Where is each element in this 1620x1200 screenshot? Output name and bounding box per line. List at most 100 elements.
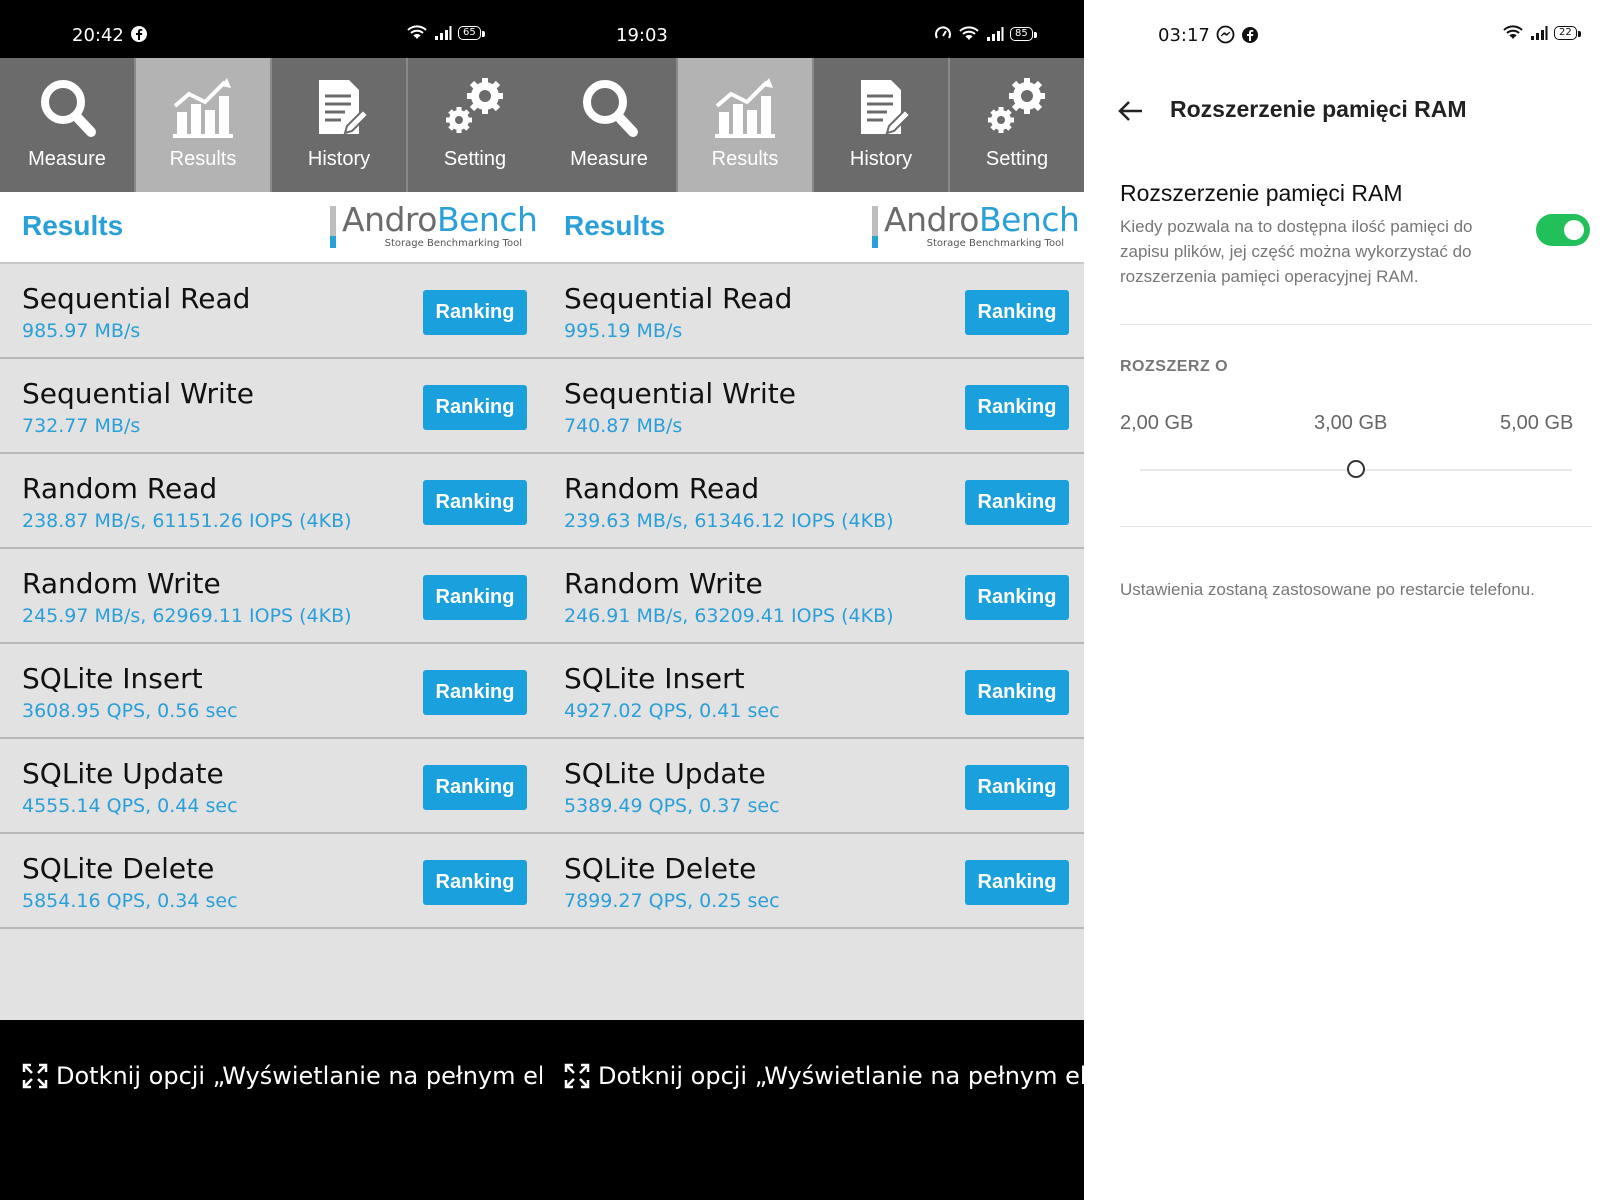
ranking-button[interactable]: Ranking (965, 670, 1069, 715)
restart-note: Ustawienia zostaną zastosowane po restar… (1120, 580, 1535, 599)
tab-label: Measure (570, 148, 648, 170)
size-slider-thumb[interactable] (1347, 460, 1365, 478)
ranking-button[interactable]: Ranking (965, 480, 1069, 525)
ranking-button[interactable]: Ranking (965, 765, 1069, 810)
tab-label: Measure (28, 148, 106, 170)
magnifier-icon (583, 80, 638, 137)
signal-icon (1531, 26, 1548, 40)
tab-results[interactable]: Results (678, 58, 814, 192)
list-item: Random Write 246.91 MB/s, 63209.41 IOPS (… (542, 549, 1084, 644)
tab-history[interactable]: History (272, 58, 408, 192)
battery-icon: 65 (458, 26, 485, 40)
tab-label: Setting (985, 148, 1049, 170)
results-list: Sequential Read 985.97 MB/s Ranking Sequen… (0, 264, 542, 1020)
document-icon (319, 80, 370, 135)
document-icon (861, 80, 912, 135)
androbench-logo: AndroBench Storage Benchmarking Tool (330, 200, 538, 252)
tab-bar: Measure Results History Setting (542, 58, 1084, 192)
fullscreen-hint-bar: Dotknij opcji „Wyświetlanie na pełnym ek… (542, 1020, 1084, 1200)
ranking-button[interactable]: Ranking (965, 290, 1069, 335)
signal-icon (987, 27, 1004, 41)
androbench-panel-2: 19:03 85 Measure Results History Setting… (542, 0, 1084, 1200)
facebook-icon (1242, 26, 1258, 43)
tab-measure[interactable]: Measure (542, 58, 678, 192)
ranking-button[interactable]: Ranking (423, 860, 527, 905)
divider (1120, 324, 1592, 325)
speedometer-icon (935, 26, 951, 39)
results-list: Sequential Read 995.19 MB/s Ranking Sequen… (542, 264, 1084, 1020)
list-item: Random Read 238.87 MB/s, 61151.26 IOPS (4… (0, 454, 542, 549)
page-title: Rozszerzenie pamięci RAM (1170, 96, 1467, 122)
list-item: Random Write 245.97 MB/s, 62969.11 IOPS (… (0, 549, 542, 644)
tab-measure[interactable]: Measure (0, 58, 136, 192)
ranking-button[interactable]: Ranking (423, 575, 527, 620)
divider (1120, 526, 1592, 527)
wifi-icon (407, 25, 427, 39)
fullscreen-hint[interactable]: Dotknij opcji „Wyświetlanie na pełnym ek… (564, 1062, 1084, 1090)
wifi-icon (1503, 25, 1523, 39)
status-bar: 20:42 65 (0, 0, 542, 58)
list-item: SQLite Update 4555.14 QPS, 0.44 sec Rankin… (0, 739, 542, 834)
ranking-button[interactable]: Ranking (965, 575, 1069, 620)
chart-icon (715, 78, 775, 138)
page-title: Results (564, 210, 666, 241)
list-item: Sequential Write 740.87 MB/s Ranking (542, 359, 1084, 454)
status-time: 19:03 (616, 25, 668, 46)
fullscreen-icon (22, 1063, 48, 1089)
ram-extension-settings: 03:17 22 Rozszerzenie pamięci RAM Rozsze… (1084, 0, 1620, 1200)
ranking-button[interactable]: Ranking (965, 860, 1069, 905)
list-item: Sequential Read 995.19 MB/s Ranking (542, 264, 1084, 359)
ram-extension-toggle[interactable] (1536, 214, 1590, 246)
tab-setting[interactable]: Setting (950, 58, 1084, 192)
status-bar: 03:17 22 (1084, 0, 1620, 58)
messenger-icon (1216, 25, 1235, 44)
back-arrow-icon[interactable] (1116, 96, 1146, 126)
gears-icon (988, 78, 1045, 133)
ranking-button[interactable]: Ranking (965, 385, 1069, 430)
fullscreen-hint[interactable]: Dotknij opcji „Wyświetlanie na pełnym ek… (22, 1062, 542, 1090)
tab-results[interactable]: Results (136, 58, 272, 192)
signal-icon (435, 26, 452, 40)
section-label: ROZSZERZ O (1120, 358, 1229, 375)
ranking-button[interactable]: Ranking (423, 765, 527, 810)
option-description: Kiedy pozwala na to dostępna ilość pamię… (1120, 217, 1473, 286)
hint-text: Dotknij opcji „Wyświetlanie na pełnym ek… (56, 1062, 542, 1090)
list-item: SQLite Update 5389.49 QPS, 0.37 sec Rankin… (542, 739, 1084, 834)
status-bar: 19:03 85 (542, 0, 1084, 58)
tab-label: Results (711, 148, 779, 170)
list-item: SQLite Insert 4927.02 QPS, 0.41 sec Rankin… (542, 644, 1084, 739)
option-title: Rozszerzenie pamięci RAM (1120, 180, 1403, 206)
tab-history[interactable]: History (814, 58, 950, 192)
tab-bar: Measure Results History Setting (0, 58, 542, 192)
slider-tick-label: 3,00 GB (1314, 412, 1388, 434)
tab-label: Setting (443, 148, 507, 170)
facebook-icon (130, 25, 148, 43)
ranking-button[interactable]: Ranking (423, 385, 527, 430)
list-item: SQLite Delete 7899.27 QPS, 0.25 sec Rankin… (542, 834, 1084, 929)
status-time: 03:17 (1158, 25, 1210, 46)
list-item: SQLite Insert 3608.95 QPS, 0.56 sec Rankin… (0, 644, 542, 739)
tab-label: History (307, 148, 371, 170)
hint-text: Dotknij opcji „Wyświetlanie na pełnym ek… (598, 1062, 1084, 1090)
fullscreen-hint-bar: Dotknij opcji „Wyświetlanie na pełnym ek… (0, 1020, 542, 1200)
ranking-button[interactable]: Ranking (423, 670, 527, 715)
androbench-panel-1: 20:42 65 Measure Results History Setting… (0, 0, 542, 1200)
slider-tick-label: 5,00 GB (1500, 412, 1574, 434)
list-item: Sequential Write 732.77 MB/s Ranking (0, 359, 542, 454)
list-item: Sequential Read 985.97 MB/s Ranking (0, 264, 542, 359)
status-time: 20:42 (72, 25, 124, 46)
ranking-button[interactable]: Ranking (423, 290, 527, 335)
tab-label: History (849, 148, 913, 170)
battery-icon: 85 (1010, 27, 1037, 41)
androbench-logo: AndroBench Storage Benchmarking Tool (872, 200, 1080, 252)
ranking-button[interactable]: Ranking (423, 480, 527, 525)
fullscreen-icon (564, 1063, 590, 1089)
page-title: Results (22, 210, 124, 241)
tab-setting[interactable]: Setting (408, 58, 542, 192)
results-header: Results AndroBench Storage Benchmarking … (542, 192, 1084, 264)
results-header: Results AndroBench Storage Benchmarking … (0, 192, 542, 264)
chart-icon (173, 78, 233, 138)
slider-tick-label: 2,00 GB (1120, 412, 1194, 434)
wifi-icon (959, 26, 979, 40)
tab-label: Results (169, 148, 237, 170)
